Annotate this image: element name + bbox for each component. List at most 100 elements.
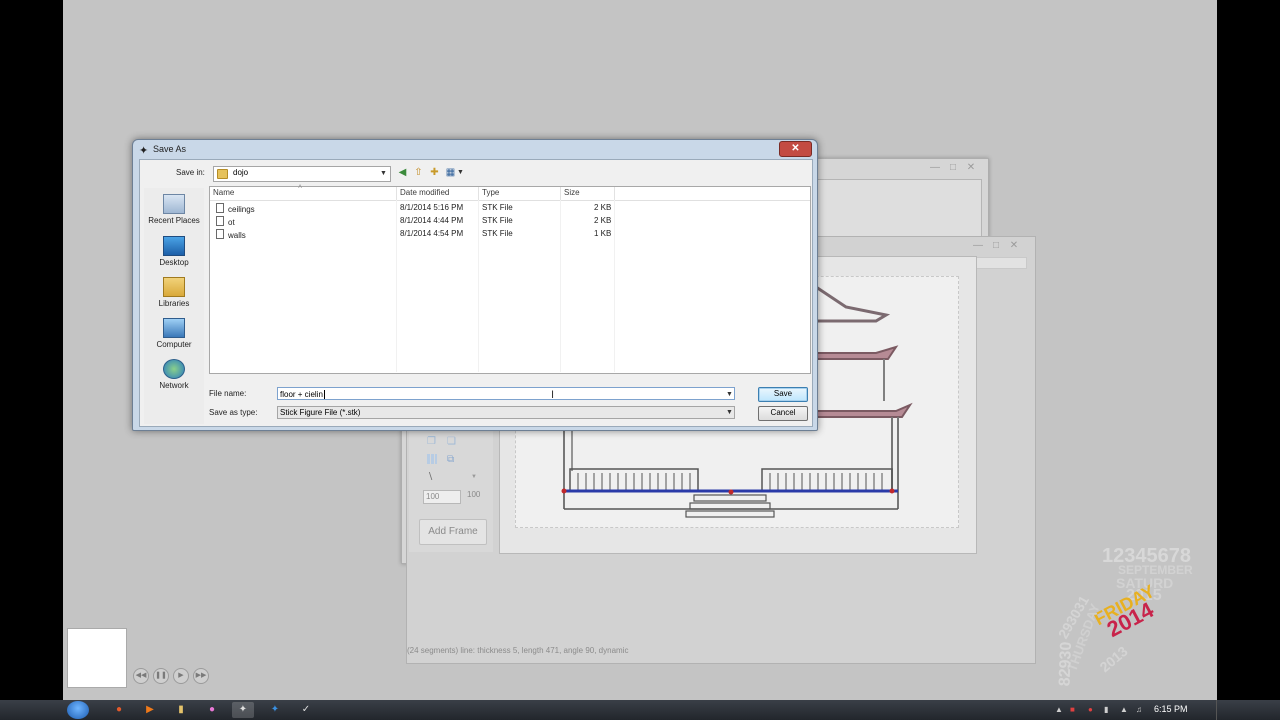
dialog-body: Save in: dojo ▼ ◀ ⇧ ✚ ▦ ▼ Recent Places … xyxy=(139,159,813,427)
close-icon: ✕ xyxy=(791,143,800,154)
layers-icon[interactable]: ⧉ xyxy=(447,454,459,465)
file-name: walls xyxy=(228,231,246,240)
file-name-label: File name: xyxy=(209,389,247,398)
file-list[interactable]: Name ˄ Date modified Type Size ceilings … xyxy=(209,184,811,374)
file-type: STK File xyxy=(482,216,513,225)
desktop-icon xyxy=(163,236,185,256)
save-as-type-dropdown[interactable]: Stick Figure File (*.stk) ▼ xyxy=(277,406,735,419)
save-in-label: Save in: xyxy=(176,168,205,177)
file-size: 1 KB xyxy=(594,229,612,238)
tray-chevron-icon[interactable]: ▲ xyxy=(1055,705,1063,714)
column-size[interactable]: Size xyxy=(564,188,580,197)
fast-forward-icon[interactable]: ▶▶ xyxy=(193,668,209,684)
start-button[interactable] xyxy=(67,701,89,719)
watermark-year-2013: 2013 xyxy=(1096,642,1131,676)
place-computer[interactable]: Computer xyxy=(144,318,204,349)
frame-spinner[interactable]: 100 xyxy=(423,490,461,504)
text-cursor xyxy=(323,390,325,399)
column-date-modified[interactable]: Date modified xyxy=(400,188,449,197)
column-name[interactable]: Name xyxy=(213,188,234,197)
tray-record-icon[interactable]: ● xyxy=(1088,705,1093,714)
save-as-type-value: Stick Figure File (*.stk) xyxy=(280,408,361,417)
cancel-button[interactable]: Cancel xyxy=(758,406,808,421)
close-button[interactable]: ✕ xyxy=(779,141,812,157)
spinner-value: 100 xyxy=(426,492,440,501)
file-type: STK File xyxy=(482,229,513,238)
file-row[interactable]: ceilings 8/1/2014 5:16 PM STK File 2 KB xyxy=(210,202,810,215)
editor-window-controls: — □ ✕ xyxy=(967,239,1021,251)
save-in-dropdown[interactable]: dojo ▼ xyxy=(213,166,391,182)
file-type: STK File xyxy=(482,203,513,212)
stk-file-icon xyxy=(216,203,224,213)
explorer-taskbar-icon[interactable]: ▮ xyxy=(170,702,192,718)
grid-icon[interactable] xyxy=(427,454,437,464)
place-label: Libraries xyxy=(158,299,190,308)
place-recent-places[interactable]: Recent Places xyxy=(144,194,204,225)
file-date: 8/1/2014 4:44 PM xyxy=(400,216,464,225)
chevron-down-icon: ▼ xyxy=(726,409,733,416)
stk-file-icon xyxy=(216,216,224,226)
tray-battery-icon[interactable]: ▮ xyxy=(1104,705,1108,714)
add-frame-button[interactable]: Add Frame xyxy=(419,519,487,545)
tray-app-icon[interactable]: ■ xyxy=(1070,705,1075,714)
app-taskbar-icon[interactable]: ✦ xyxy=(264,702,286,718)
place-libraries[interactable]: Libraries xyxy=(144,277,204,308)
place-label: Recent Places xyxy=(148,216,200,225)
close-icon[interactable]: ✕ xyxy=(1007,241,1021,251)
save-as-type-label: Save as type: xyxy=(209,408,258,417)
minimize-icon[interactable]: — xyxy=(928,163,942,173)
file-name: ot xyxy=(228,218,235,227)
file-size: 2 KB xyxy=(594,216,612,225)
view-menu-chevron-icon[interactable]: ▼ xyxy=(457,169,464,176)
taskbar-clock[interactable]: 6:15 PM xyxy=(1154,704,1188,714)
rewind-icon[interactable]: ◀◀ xyxy=(133,668,149,684)
pen-tool-icon[interactable]: ∖ xyxy=(427,472,433,483)
dialog-title: Save As xyxy=(153,144,187,154)
save-button[interactable]: Save xyxy=(758,387,808,402)
maximize-icon[interactable]: □ xyxy=(946,163,960,173)
media-preview xyxy=(67,628,127,688)
copy-icon[interactable]: ❏ xyxy=(447,436,461,448)
chevron-down-icon[interactable]: ▼ xyxy=(726,388,733,401)
show-desktop-button[interactable] xyxy=(1216,700,1231,720)
file-size: 2 KB xyxy=(594,203,612,212)
paint-taskbar-icon[interactable]: ● xyxy=(201,702,223,718)
save-as-dialog: ✦ Save As ✕ Save in: dojo ▼ ◀ ⇧ ✚ ▦ ▼ Re… xyxy=(132,139,818,431)
column-header: Name ˄ Date modified Type Size xyxy=(210,184,810,201)
stick-figure-taskbar-icon[interactable]: ✦ xyxy=(232,702,254,718)
place-label: Desktop xyxy=(159,258,189,267)
window-controls: — □ ✕ xyxy=(924,161,978,173)
media-player-taskbar-icon[interactable]: ▶ xyxy=(139,702,161,718)
file-row[interactable]: ot 8/1/2014 4:44 PM STK File 2 KB xyxy=(210,215,810,228)
minimize-icon[interactable]: — xyxy=(971,241,985,251)
back-icon[interactable]: ◀ xyxy=(397,167,408,178)
maximize-icon[interactable]: □ xyxy=(989,241,1003,251)
close-icon[interactable]: ✕ xyxy=(964,163,978,173)
pause-icon[interactable]: ❚❚ xyxy=(153,668,169,684)
status-bar: (24 segments) line: thickness 5, length … xyxy=(407,646,629,655)
tray-network-icon[interactable]: ▲ xyxy=(1120,705,1128,714)
spinner-max: 100 xyxy=(467,490,481,499)
up-folder-icon[interactable]: ⇧ xyxy=(413,167,424,178)
tray-volume-icon[interactable]: ♫ xyxy=(1136,705,1142,714)
duplicate-icon[interactable]: ❐ xyxy=(427,436,441,448)
place-network[interactable]: Network xyxy=(144,359,204,390)
calendar-watermark: 12345678 SEPTEMBER SATURD 2015 FRIDAY 20… xyxy=(1058,545,1216,700)
network-icon xyxy=(163,359,185,379)
file-name-input[interactable]: floor + cielin ▼ xyxy=(277,387,735,400)
libraries-icon xyxy=(163,277,185,297)
places-bar: Recent Places Desktop Libraries Computer… xyxy=(144,188,204,424)
chrome-taskbar-icon[interactable]: ● xyxy=(108,702,130,718)
new-folder-icon[interactable]: ✚ xyxy=(429,167,440,178)
view-menu-icon[interactable]: ▦ xyxy=(445,167,456,178)
recorder-taskbar-icon[interactable]: ✓ xyxy=(295,702,317,718)
place-desktop[interactable]: Desktop xyxy=(144,236,204,267)
file-row[interactable]: walls 8/1/2014 4:54 PM STK File 1 KB xyxy=(210,228,810,241)
play-icon[interactable]: ▶ xyxy=(173,668,189,684)
chevron-down-icon: ▼ xyxy=(380,170,387,177)
folder-icon xyxy=(217,169,228,179)
column-type[interactable]: Type xyxy=(482,188,499,197)
file-date: 8/1/2014 4:54 PM xyxy=(400,229,464,238)
computer-icon xyxy=(163,318,185,338)
chevron-down-icon[interactable]: ▼ xyxy=(471,474,477,480)
